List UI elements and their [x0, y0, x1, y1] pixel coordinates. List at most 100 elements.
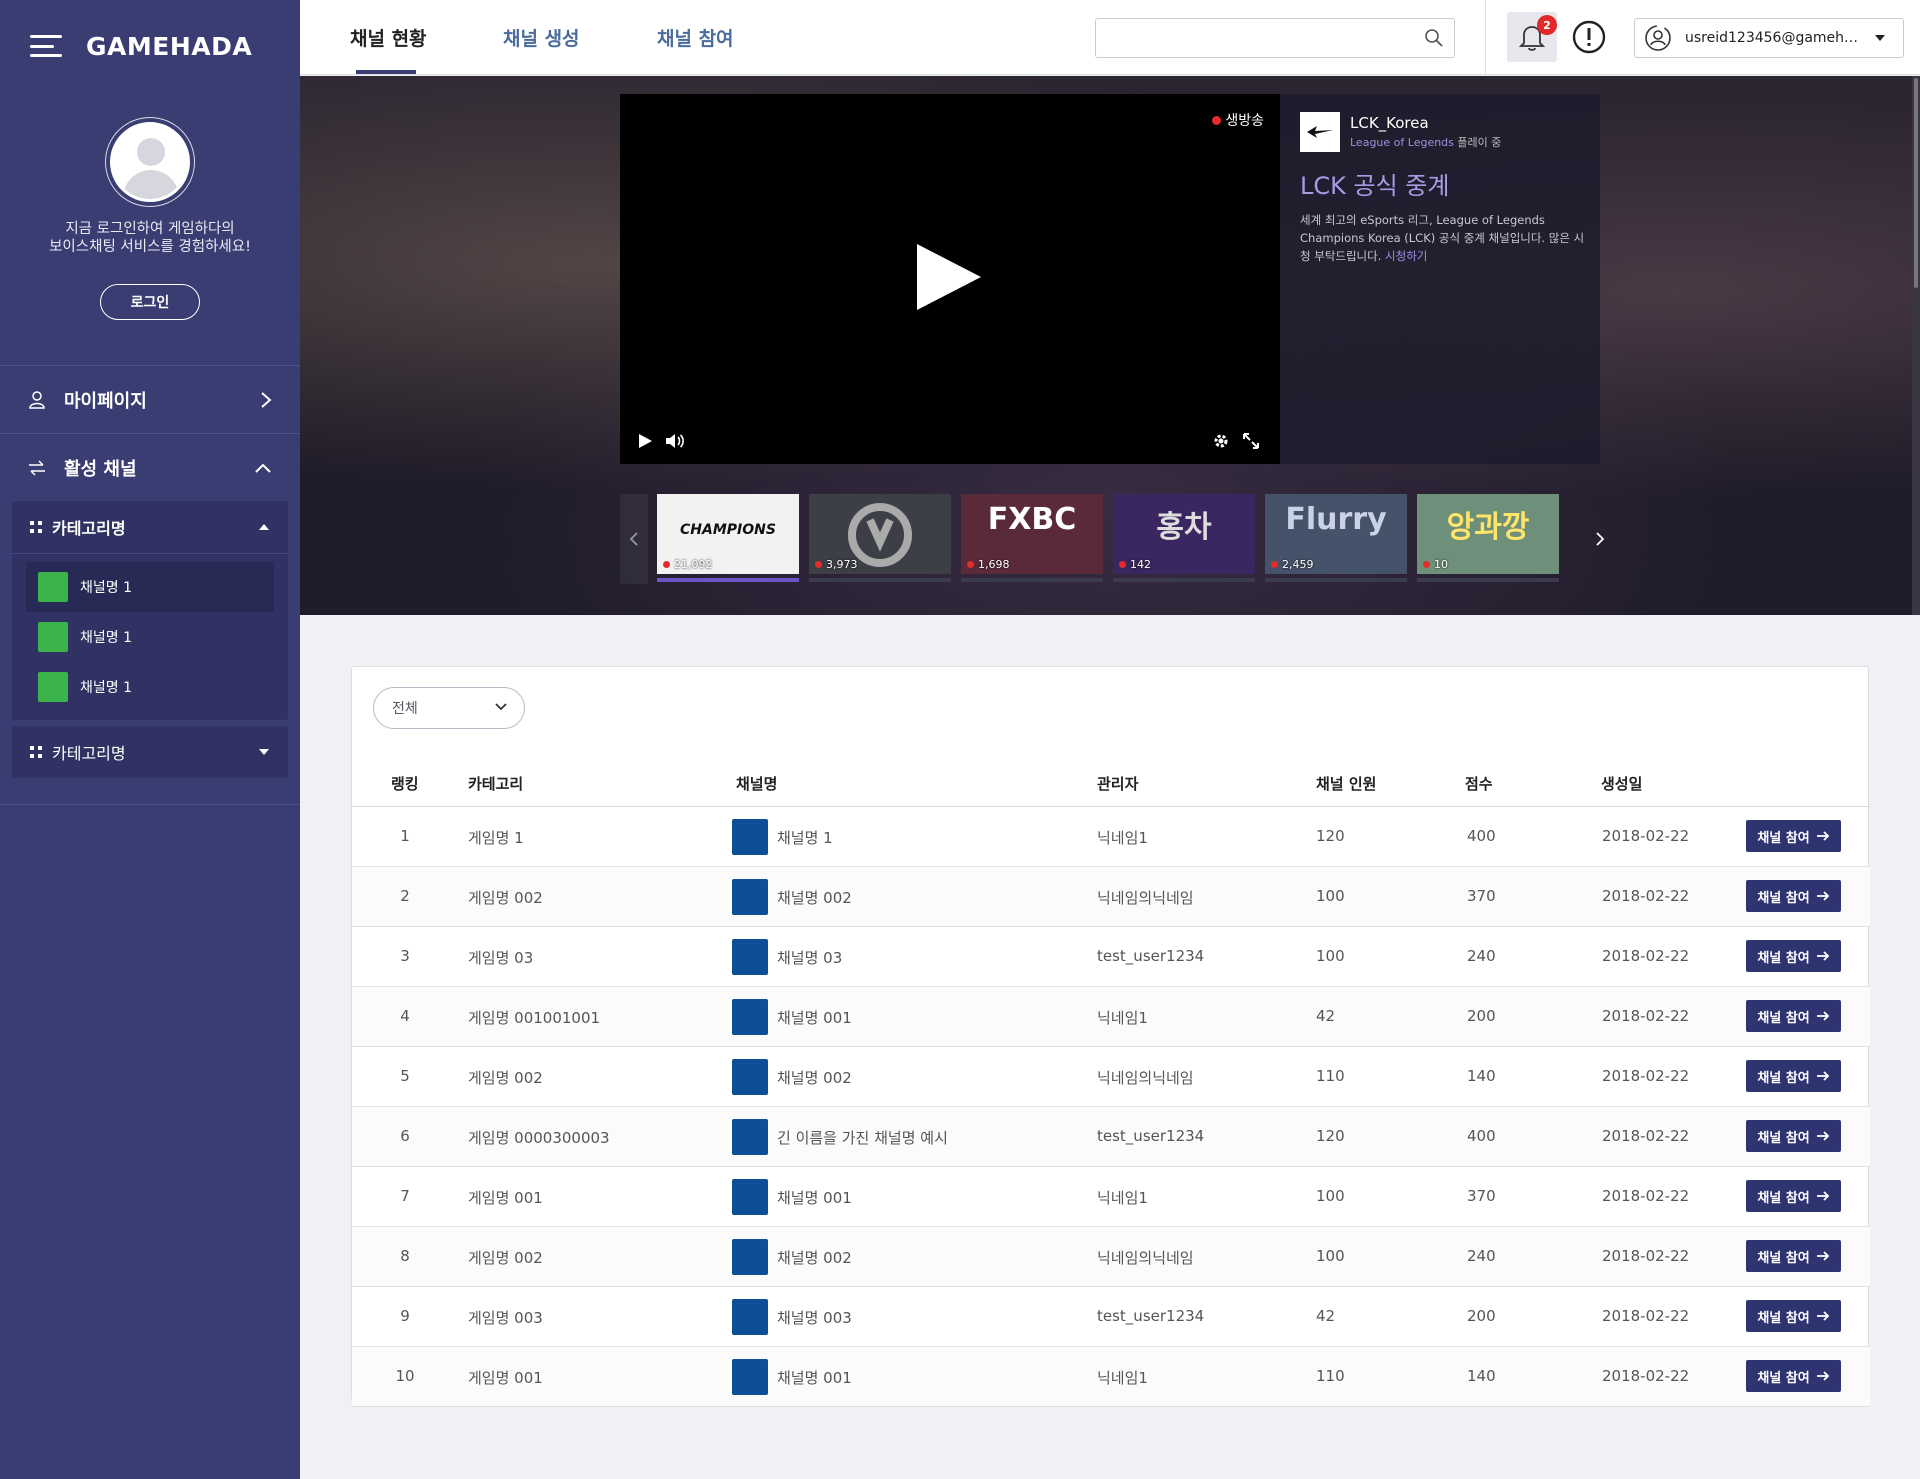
channel-list: 채널명 1 채널명 1 채널명 1: [12, 553, 288, 720]
stream-info: LCK_Korea League of Legends 플레이 중 LCK 공식…: [1300, 112, 1590, 265]
stream-thumbnail[interactable]: FXBC 1,698: [961, 494, 1103, 584]
carousel-prev-button[interactable]: [620, 494, 648, 584]
filter-value: 전체: [392, 701, 418, 717]
caret-down-icon: [1875, 35, 1885, 41]
video-player[interactable]: 생방송: [620, 94, 1280, 464]
stream-carousel: CHAMPIONS 21,092 3,973 FXBC 1,698 홍차 142 Flurry…: [620, 494, 1605, 584]
channel-name-cell[interactable]: 채널명 001: [777, 1007, 852, 1028]
sidebar-item-mypage[interactable]: 마이페이지: [0, 365, 300, 433]
date-cell: 2018-02-22: [1602, 887, 1690, 905]
join-channel-button[interactable]: 채널 참여: [1746, 940, 1841, 972]
admin-cell: 닉네임1: [1097, 1369, 1148, 1387]
members-cell: 42: [1316, 1307, 1336, 1325]
tab-channel-join[interactable]: 채널 참여: [657, 24, 734, 51]
channel-name-cell[interactable]: 채널명 002: [777, 1067, 852, 1088]
arrow-right-icon: [1816, 1191, 1829, 1201]
account-menu[interactable]: usreid123456@gamehada.com: [1634, 18, 1904, 58]
table-header: 랭킹 카테고리 채널명 관리자 채널 인원 점수 생성일: [352, 761, 1870, 807]
stream-thumbnail[interactable]: 앙과깡 10: [1417, 494, 1559, 584]
stream-thumbnail[interactable]: 홍차 142: [1113, 494, 1255, 584]
account-sync-icon: [1645, 25, 1671, 51]
arrow-right-icon: [1816, 891, 1829, 901]
channel-logo[interactable]: [1300, 112, 1340, 152]
score-cell: 140: [1467, 1067, 1496, 1085]
watch-link[interactable]: 시청하기: [1385, 249, 1427, 263]
channel-name-cell[interactable]: 채널명 002: [777, 887, 852, 908]
join-label: 채널 참여: [1757, 1070, 1810, 1086]
channel-name[interactable]: LCK_Korea: [1350, 114, 1501, 132]
sidebar-item-active-channels[interactable]: 활성 채널: [0, 433, 300, 501]
category-header[interactable]: 카테고리명: [12, 726, 288, 778]
channel-name-cell[interactable]: 긴 이름을 가진 채널명 예시: [777, 1127, 948, 1148]
arrow-right-icon: [1816, 951, 1829, 961]
category-header[interactable]: 카테고리명: [12, 501, 288, 553]
channel-name-cell[interactable]: 채널명 002: [777, 1247, 852, 1268]
join-channel-button[interactable]: 채널 참여: [1746, 820, 1841, 852]
members-cell: 100: [1316, 1247, 1345, 1265]
category-block: 카테고리명: [12, 726, 288, 778]
admin-cell: 닉네임1: [1097, 829, 1148, 847]
join-channel-button[interactable]: 채널 참여: [1746, 1120, 1841, 1152]
stream-thumbnail[interactable]: Flurry 2,459: [1265, 494, 1407, 584]
table-row: 4 게임명 001001001 채널명 001 닉네임1 42 200 2018-02-22…: [352, 987, 1870, 1047]
logo[interactable]: GAMEHADA: [86, 32, 252, 61]
fullscreen-icon[interactable]: [1242, 432, 1260, 450]
hamburger-icon[interactable]: [30, 35, 62, 57]
channel-name-cell[interactable]: 채널명 001: [777, 1367, 852, 1388]
channel-name-cell[interactable]: 채널명 003: [777, 1307, 852, 1328]
members-cell: 100: [1316, 887, 1345, 905]
viewer-count: 1,698: [967, 558, 1010, 571]
scrollbar[interactable]: [1912, 76, 1920, 615]
tab-channel-create[interactable]: 채널 생성: [503, 24, 580, 51]
score-cell: 400: [1467, 827, 1496, 845]
sidebar-channel[interactable]: 채널명 1: [26, 562, 274, 612]
join-channel-button[interactable]: 채널 참여: [1746, 1240, 1841, 1272]
sidebar-channel[interactable]: 채널명 1: [26, 612, 274, 662]
channel-name-cell[interactable]: 채널명 1: [777, 827, 833, 848]
channel-name-cell[interactable]: 채널명 001: [777, 1187, 852, 1208]
score-cell: 240: [1467, 1247, 1496, 1265]
join-channel-button[interactable]: 채널 참여: [1746, 1000, 1841, 1032]
join-channel-button[interactable]: 채널 참여: [1746, 880, 1841, 912]
channel-thumbnail: [732, 939, 768, 975]
search-icon[interactable]: [1424, 28, 1444, 48]
members-cell: 110: [1316, 1367, 1345, 1385]
arrow-right-icon: [1816, 1131, 1829, 1141]
thumbnail-label: 홍차: [1156, 510, 1212, 545]
tab-channel-status[interactable]: 채널 현황: [350, 24, 427, 51]
settings-gear-icon[interactable]: [1212, 432, 1230, 450]
login-button[interactable]: 로그인: [100, 284, 200, 320]
channel-name-cell[interactable]: 채널명 03: [777, 947, 842, 968]
category-filter-select[interactable]: 전체: [373, 687, 525, 729]
carousel-next-button[interactable]: [1586, 494, 1614, 584]
join-channel-button[interactable]: 채널 참여: [1746, 1300, 1841, 1332]
sidebar-item-label: 마이페이지: [64, 390, 147, 412]
thumbnail-image: CHAMPIONS 21,092: [657, 494, 799, 574]
stream-thumbnail[interactable]: CHAMPIONS 21,092: [657, 494, 799, 584]
chevron-right-icon: [261, 391, 272, 408]
exclamation-icon[interactable]: [1572, 20, 1606, 54]
column-header: 카테고리: [468, 775, 524, 793]
search-input[interactable]: [1096, 19, 1416, 57]
play-icon[interactable]: [917, 244, 981, 310]
join-channel-button[interactable]: 채널 참여: [1746, 1180, 1841, 1212]
sidebar-item-label: 활성 채널: [64, 458, 137, 480]
join-label: 채널 참여: [1757, 1250, 1810, 1266]
playing-label: 플레이 중: [1457, 136, 1502, 149]
stream-thumbnail[interactable]: 3,973: [809, 494, 951, 584]
join-channel-button[interactable]: 채널 참여: [1746, 1360, 1841, 1392]
column-header: 채널 인원: [1316, 775, 1377, 793]
volume-icon[interactable]: [664, 432, 686, 450]
profile-section: 지금 로그인하여 게임하다의 보이스채팅 서비스를 경험하세요! 로그인: [0, 92, 300, 365]
join-channel-button[interactable]: 채널 참여: [1746, 1060, 1841, 1092]
sidebar-channel[interactable]: 채널명 1: [26, 662, 274, 712]
channel-thumbnail: [732, 999, 768, 1035]
game-name[interactable]: League of Legends: [1350, 136, 1454, 149]
stream-description: 세계 최고의 eSports 리그, League of Legends Cha…: [1300, 211, 1590, 265]
column-header: 점수: [1465, 775, 1493, 793]
notification-button[interactable]: 2: [1507, 12, 1557, 62]
rank-cell: 5: [400, 1067, 410, 1085]
channel-name: 채널명 1: [80, 580, 132, 596]
channel-name: 채널명 1: [80, 680, 132, 696]
play-button-icon[interactable]: [636, 432, 654, 450]
